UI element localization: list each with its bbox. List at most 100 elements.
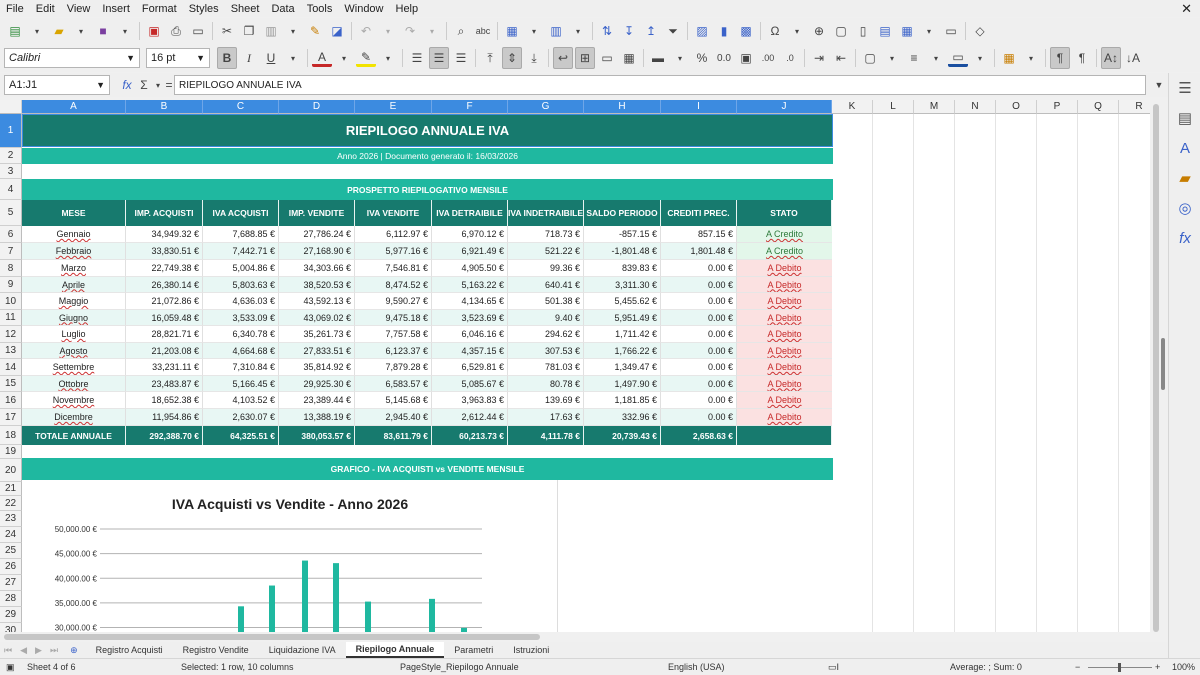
column-header-r[interactable]: R	[1119, 100, 1150, 114]
table-cell[interactable]: 501.38 €	[508, 293, 584, 310]
table-cell[interactable]: 0.00 €	[661, 409, 737, 426]
hyperlink-icon[interactable]: ⊕	[809, 20, 829, 42]
table-cell[interactable]: 6,529.81 €	[432, 359, 508, 376]
column-header-b[interactable]: B	[126, 100, 203, 114]
column-header-m[interactable]: M	[914, 100, 955, 114]
new-document-icon[interactable]: ▤	[5, 20, 25, 42]
horizontal-scrollbar[interactable]	[0, 632, 1168, 642]
table-cell[interactable]: 0.00 €	[661, 326, 737, 343]
table-header-cell[interactable]: IVA INDETRAIBILE	[508, 200, 584, 226]
dropdown-arrow-icon[interactable]: ▾	[919, 20, 939, 42]
date-format-icon[interactable]: ▣	[736, 47, 756, 69]
table-cell[interactable]: 11,954.86 €	[126, 409, 203, 426]
zoom-out-icon[interactable]: −	[1075, 662, 1080, 672]
row-header-6[interactable]: 6	[0, 226, 22, 243]
row-header-18[interactable]: 18	[0, 426, 22, 445]
table-cell[interactable]: 18,652.38 €	[126, 392, 203, 409]
zoom-level[interactable]: 100%	[1172, 662, 1195, 672]
dropdown-arrow-icon[interactable]: ▾	[27, 20, 47, 42]
table-cell[interactable]: 0.00 €	[661, 343, 737, 359]
column-header-e[interactable]: E	[355, 100, 432, 114]
redo-icon[interactable]: ↷	[400, 20, 420, 42]
table-cell[interactable]: 521.22 €	[508, 243, 584, 260]
table-cell[interactable]: 332.96 €	[584, 409, 661, 426]
merge-center-icon[interactable]: ⊞	[575, 47, 595, 69]
table-header-cell[interactable]: IVA DETRAIBILE	[432, 200, 508, 226]
table-cell[interactable]: 7,757.58 €	[355, 326, 432, 343]
document-modified-icon[interactable]: ▣	[6, 662, 15, 673]
month-cell[interactable]: Dicembre	[22, 409, 126, 426]
formula-input[interactable]: RIEPILOGO ANNUALE IVA	[174, 75, 1146, 95]
row-header-7[interactable]: 7	[0, 243, 22, 260]
row-header-23[interactable]: 23	[0, 511, 22, 527]
name-box[interactable]: A1:J1 ▼	[4, 75, 110, 95]
column-header-k[interactable]: K	[832, 100, 873, 114]
border-color-icon[interactable]: ▭	[948, 49, 968, 67]
column-header-a[interactable]: A	[22, 100, 126, 114]
merge-cells-icon[interactable]: ▭	[597, 47, 617, 69]
row-header-30[interactable]: 30	[0, 623, 22, 632]
center-vertically-icon[interactable]: ⇕	[502, 47, 522, 69]
row-header-26[interactable]: 26	[0, 559, 22, 575]
dropdown-arrow-icon[interactable]: ▾	[926, 47, 946, 69]
dropdown-arrow-icon[interactable]: ▾	[283, 20, 303, 42]
table-cell[interactable]: 22,749.38 €	[126, 260, 203, 277]
row-header-13[interactable]: 13	[0, 343, 22, 359]
table-cell[interactable]: 4,103.52 €	[203, 392, 279, 409]
table-cell[interactable]: 21,203.08 €	[126, 343, 203, 359]
insert-image-icon[interactable]: ▨	[692, 20, 712, 42]
table-header-cell[interactable]: CREDITI PREC.	[661, 200, 737, 226]
open-folder-icon[interactable]: ▰	[49, 20, 69, 42]
dropdown-arrow-icon[interactable]: ▾	[334, 47, 354, 69]
status-page-style[interactable]: PageStyle_Riepilogo Annuale	[400, 662, 519, 672]
paste-icon[interactable]: ▥	[261, 20, 281, 42]
totals-cell[interactable]: 380,053.57 €	[279, 426, 355, 445]
row-header-4[interactable]: 4	[0, 179, 22, 200]
table-cell[interactable]: 35,814.92 €	[279, 359, 355, 376]
table-cell[interactable]: 2,630.07 €	[203, 409, 279, 426]
table-cell[interactable]: 29,925.30 €	[279, 376, 355, 392]
table-cell[interactable]: 23,389.44 €	[279, 392, 355, 409]
vertical-scroll-thumb[interactable]	[1153, 104, 1159, 632]
status-badge[interactable]: A Credito	[737, 226, 832, 243]
styles-icon[interactable]: A	[1169, 133, 1200, 163]
text-direction-vertical-icon[interactable]: ↓A	[1123, 47, 1143, 69]
status-badge[interactable]: A Credito	[737, 243, 832, 260]
table-cell[interactable]: 839.83 €	[584, 260, 661, 277]
font-name-box[interactable]: Calibri ▼	[4, 48, 140, 68]
table-header-cell[interactable]: IVA ACQUISTI	[203, 200, 279, 226]
table-header-cell[interactable]: IMP. VENDITE	[279, 200, 355, 226]
table-cell[interactable]: 781.03 €	[508, 359, 584, 376]
table-cell[interactable]: 43,069.02 €	[279, 310, 355, 326]
show-draw-functions-icon[interactable]: ◇	[970, 20, 990, 42]
table-cell[interactable]: 27,786.24 €	[279, 226, 355, 243]
close-document-icon[interactable]: ✕	[1175, 1, 1200, 17]
underline-icon[interactable]: U	[261, 47, 281, 69]
table-cell[interactable]: 2,945.40 €	[355, 409, 432, 426]
table-cell[interactable]: 27,833.51 €	[279, 343, 355, 359]
table-cell[interactable]: 5,163.22 €	[432, 277, 508, 293]
status-badge[interactable]: A Debito	[737, 392, 832, 409]
table-cell[interactable]: 7,546.81 €	[355, 260, 432, 277]
table-cell[interactable]: 7,442.71 €	[203, 243, 279, 260]
column-header-d[interactable]: D	[279, 100, 355, 114]
month-cell[interactable]: Maggio	[22, 293, 126, 310]
status-badge[interactable]: A Debito	[737, 277, 832, 293]
split-window-icon[interactable]: ▭	[941, 20, 961, 42]
zoom-in-icon[interactable]: +	[1155, 662, 1160, 672]
table-cell[interactable]: 6,046.16 €	[432, 326, 508, 343]
right-to-left-icon[interactable]: ¶	[1072, 47, 1092, 69]
sort-icon[interactable]: ⇅	[597, 20, 617, 42]
menu-help[interactable]: Help	[390, 3, 425, 15]
status-badge[interactable]: A Debito	[737, 310, 832, 326]
horizontal-scroll-thumb[interactable]	[4, 634, 540, 640]
month-cell[interactable]: Aprile	[22, 277, 126, 293]
month-cell[interactable]: Settembre	[22, 359, 126, 376]
print-preview-icon[interactable]: ▭	[188, 20, 208, 42]
save-icon[interactable]: ■	[93, 20, 113, 42]
delete-decimal-icon[interactable]: .0	[780, 47, 800, 69]
table-cell[interactable]: 7,310.84 €	[203, 359, 279, 376]
table-header-cell[interactable]: MESE	[22, 200, 126, 226]
status-badge[interactable]: A Debito	[737, 359, 832, 376]
table-cell[interactable]: 17.63 €	[508, 409, 584, 426]
